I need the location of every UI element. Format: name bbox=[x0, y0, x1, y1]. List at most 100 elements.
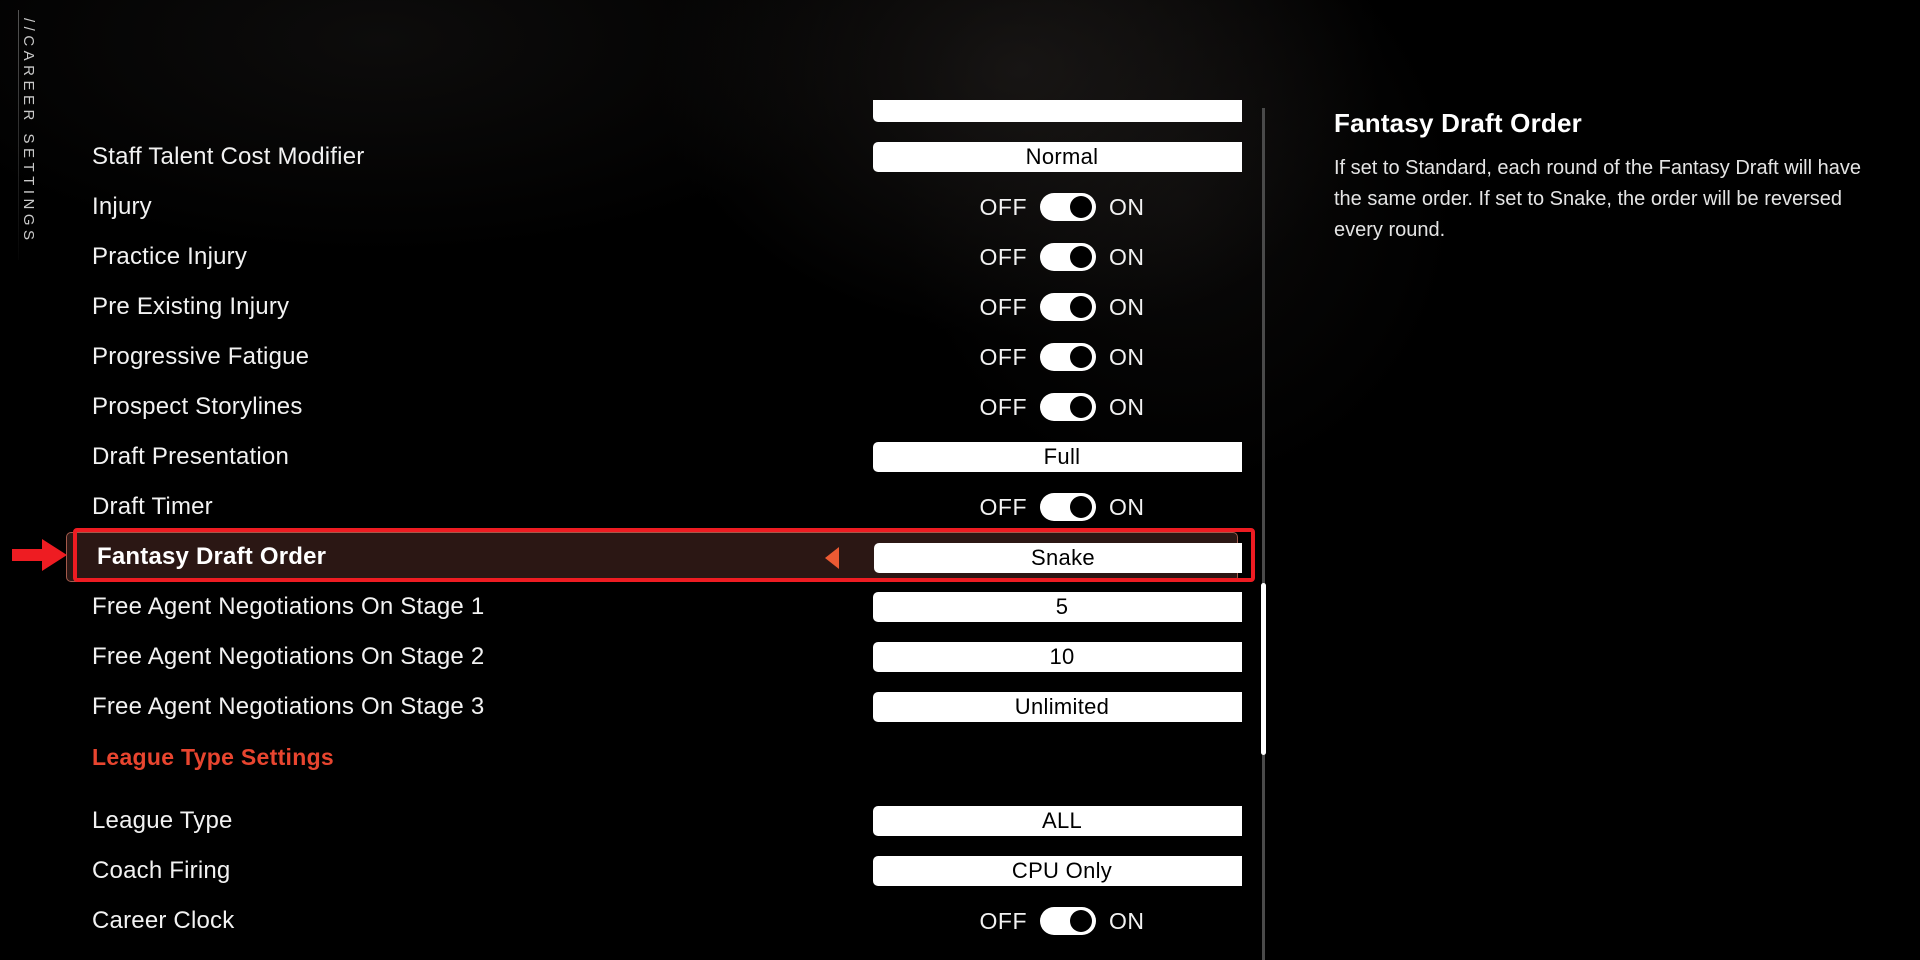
settings-row[interactable]: Progressive Fatigue OFF ON bbox=[62, 332, 1242, 382]
rail-divider-line bbox=[18, 10, 19, 260]
row-control[interactable]: OFF ON bbox=[852, 332, 1242, 382]
value-box[interactable]: ALL bbox=[873, 806, 1242, 836]
row-label: Coach Firing bbox=[92, 857, 231, 884]
row-label: League Type bbox=[92, 807, 233, 834]
info-panel-title: Fantasy Draft Order bbox=[1334, 108, 1582, 138]
breadcrumb: //CAREER SETTINGS bbox=[20, 18, 37, 245]
row-control[interactable]: Unlimited bbox=[852, 682, 1242, 732]
toggle-on-label: ON bbox=[1109, 907, 1145, 934]
toggle-on-label: ON bbox=[1109, 243, 1145, 270]
row-control[interactable]: ALL bbox=[852, 796, 1242, 846]
row-label: Free Agent Negotiations On Stage 3 bbox=[92, 693, 485, 720]
settings-row[interactable]: Draft Presentation Full bbox=[62, 432, 1242, 482]
section-header-league-type-settings: League Type Settings bbox=[62, 732, 1242, 782]
row-control[interactable]: Snake bbox=[825, 533, 1242, 583]
row-control[interactable]: Normal bbox=[852, 132, 1242, 182]
settings-row-partial[interactable] bbox=[62, 100, 1242, 132]
toggle-control[interactable]: OFF ON bbox=[980, 343, 1145, 371]
toggle-off-label: OFF bbox=[979, 243, 1027, 270]
toggle-control[interactable]: OFF ON bbox=[980, 193, 1145, 221]
settings-row[interactable]: Coach Firing CPU Only bbox=[62, 846, 1242, 896]
row-label: Staff Talent Cost Modifier bbox=[92, 143, 365, 170]
value-box[interactable]: Snake bbox=[874, 543, 1242, 573]
toggle-knob bbox=[1070, 246, 1092, 268]
scrollbar-track[interactable] bbox=[1262, 108, 1265, 960]
toggle-on-label: ON bbox=[1109, 343, 1145, 370]
toggle-knob bbox=[1070, 396, 1092, 418]
toggle-switch[interactable] bbox=[1040, 193, 1096, 221]
toggle-off-label: OFF bbox=[979, 293, 1027, 320]
value-box[interactable]: 10 bbox=[873, 642, 1242, 672]
row-label: Draft Presentation bbox=[92, 443, 290, 470]
row-control[interactable]: OFF ON bbox=[852, 382, 1242, 432]
toggle-off-label: OFF bbox=[979, 193, 1027, 220]
value-box[interactable]: Unlimited bbox=[873, 692, 1242, 722]
row-control[interactable]: 10 bbox=[852, 632, 1242, 682]
toggle-knob bbox=[1070, 296, 1092, 318]
toggle-control[interactable]: OFF ON bbox=[980, 907, 1145, 935]
toggle-off-label: OFF bbox=[979, 493, 1027, 520]
scrollbar-thumb[interactable] bbox=[1261, 583, 1266, 755]
row-control[interactable] bbox=[852, 100, 1242, 132]
row-control[interactable]: CPU Only bbox=[852, 846, 1242, 896]
value-box[interactable]: 5 bbox=[873, 592, 1242, 622]
row-control[interactable]: OFF ON bbox=[852, 482, 1242, 532]
row-control[interactable]: Full bbox=[852, 432, 1242, 482]
row-control[interactable]: 5 bbox=[852, 582, 1242, 632]
settings-row[interactable]: Career Clock OFF ON bbox=[62, 896, 1242, 946]
settings-row[interactable]: Practice Injury OFF ON bbox=[62, 232, 1242, 282]
settings-row-selected[interactable]: Fantasy Draft Order Snake bbox=[66, 532, 1242, 582]
settings-row[interactable]: Free Agent Negotiations On Stage 2 10 bbox=[62, 632, 1242, 682]
toggle-switch[interactable] bbox=[1040, 343, 1096, 371]
toggle-switch[interactable] bbox=[1040, 907, 1096, 935]
info-panel: Fantasy Draft Order If set to Standard, … bbox=[1334, 108, 1874, 246]
row-control[interactable]: OFF ON bbox=[852, 182, 1242, 232]
settings-list-inner: Staff Talent Cost Modifier Normal Injury OF… bbox=[62, 100, 1242, 946]
toggle-control[interactable]: OFF ON bbox=[980, 393, 1145, 421]
toggle-on-label: ON bbox=[1109, 493, 1145, 520]
settings-row[interactable]: Pre Existing Injury OFF ON bbox=[62, 282, 1242, 332]
toggle-on-label: ON bbox=[1109, 393, 1145, 420]
chevron-left-icon[interactable] bbox=[825, 547, 839, 569]
settings-row[interactable]: Injury OFF ON bbox=[62, 182, 1242, 232]
row-label: Pre Existing Injury bbox=[92, 293, 290, 320]
row-control[interactable]: OFF ON bbox=[852, 896, 1242, 946]
toggle-switch[interactable] bbox=[1040, 243, 1096, 271]
right-arrow-icon bbox=[12, 539, 67, 571]
info-panel-description: If set to Standard, each round of the Fa… bbox=[1334, 157, 1861, 241]
toggle-knob bbox=[1070, 346, 1092, 368]
row-control[interactable]: OFF ON bbox=[852, 232, 1242, 282]
career-settings-screen: //CAREER SETTINGS Staff Talent Cost Modi… bbox=[0, 0, 1920, 960]
settings-row[interactable]: Draft Timer OFF ON bbox=[62, 482, 1242, 532]
toggle-off-label: OFF bbox=[979, 393, 1027, 420]
toggle-switch[interactable] bbox=[1040, 493, 1096, 521]
settings-list: Staff Talent Cost Modifier Normal Injury OF… bbox=[62, 100, 1242, 960]
settings-row[interactable]: Free Agent Negotiations On Stage 1 5 bbox=[62, 582, 1242, 632]
value-box[interactable]: Normal bbox=[873, 142, 1242, 172]
toggle-off-label: OFF bbox=[979, 343, 1027, 370]
toggle-control[interactable]: OFF ON bbox=[980, 493, 1145, 521]
value-box[interactable]: CPU Only bbox=[873, 856, 1242, 886]
toggle-on-label: ON bbox=[1109, 193, 1145, 220]
toggle-off-label: OFF bbox=[979, 907, 1027, 934]
toggle-control[interactable]: OFF ON bbox=[980, 243, 1145, 271]
row-label: Career Clock bbox=[92, 907, 235, 934]
toggle-on-label: ON bbox=[1109, 293, 1145, 320]
settings-row[interactable]: Staff Talent Cost Modifier Normal bbox=[62, 132, 1242, 182]
toggle-switch[interactable] bbox=[1040, 393, 1096, 421]
value-box[interactable]: Full bbox=[873, 442, 1242, 472]
settings-row[interactable]: Free Agent Negotiations On Stage 3 Unlimi… bbox=[62, 682, 1242, 732]
row-label: Free Agent Negotiations On Stage 1 bbox=[92, 593, 485, 620]
section-header-label: League Type Settings bbox=[92, 743, 335, 770]
settings-row[interactable]: Prospect Storylines OFF ON bbox=[62, 382, 1242, 432]
settings-row[interactable]: League Type ALL bbox=[62, 796, 1242, 846]
row-label: Fantasy Draft Order bbox=[97, 543, 327, 570]
toggle-switch[interactable] bbox=[1040, 293, 1096, 321]
toggle-control[interactable]: OFF ON bbox=[980, 293, 1145, 321]
value-box[interactable] bbox=[873, 100, 1242, 122]
toggle-knob bbox=[1070, 496, 1092, 518]
sidebar-rail: //CAREER SETTINGS bbox=[0, 0, 62, 960]
row-control[interactable]: OFF ON bbox=[852, 282, 1242, 332]
row-label: Prospect Storylines bbox=[92, 393, 303, 420]
